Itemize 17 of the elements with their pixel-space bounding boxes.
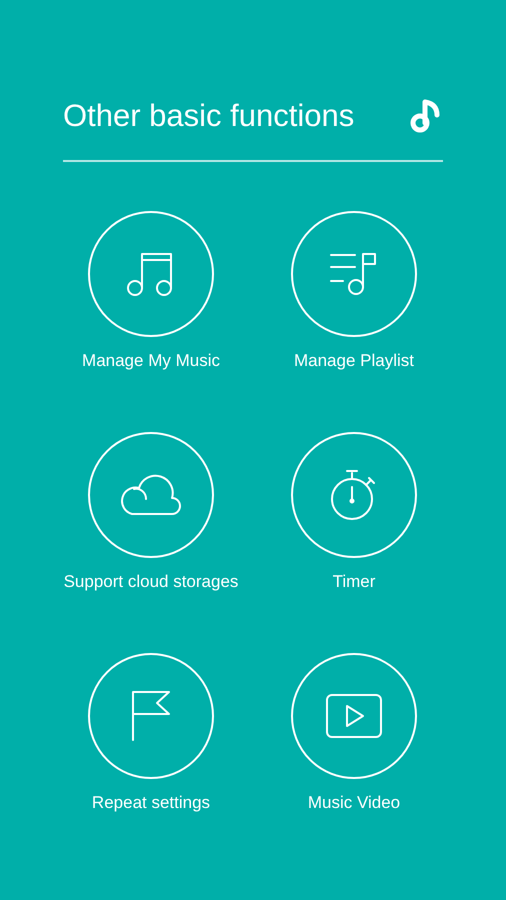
function-button[interactable] [88,211,214,337]
video-play-icon [325,693,383,739]
function-label: Timer [332,572,376,592]
function-label: Repeat settings [92,793,210,813]
function-label: Music Video [308,793,400,813]
playlist-icon [329,251,379,297]
function-label: Manage Playlist [294,351,414,371]
function-label: Support cloud storages [64,572,238,592]
cloud-icon [120,473,182,517]
function-button[interactable] [291,432,417,558]
page-title: Other basic functions [63,97,354,135]
function-button[interactable] [291,211,417,337]
flag-icon [129,690,173,742]
function-button[interactable] [291,653,417,779]
function-button[interactable] [88,432,214,558]
function-label: Manage My Music [82,351,220,371]
function-button[interactable] [88,653,214,779]
